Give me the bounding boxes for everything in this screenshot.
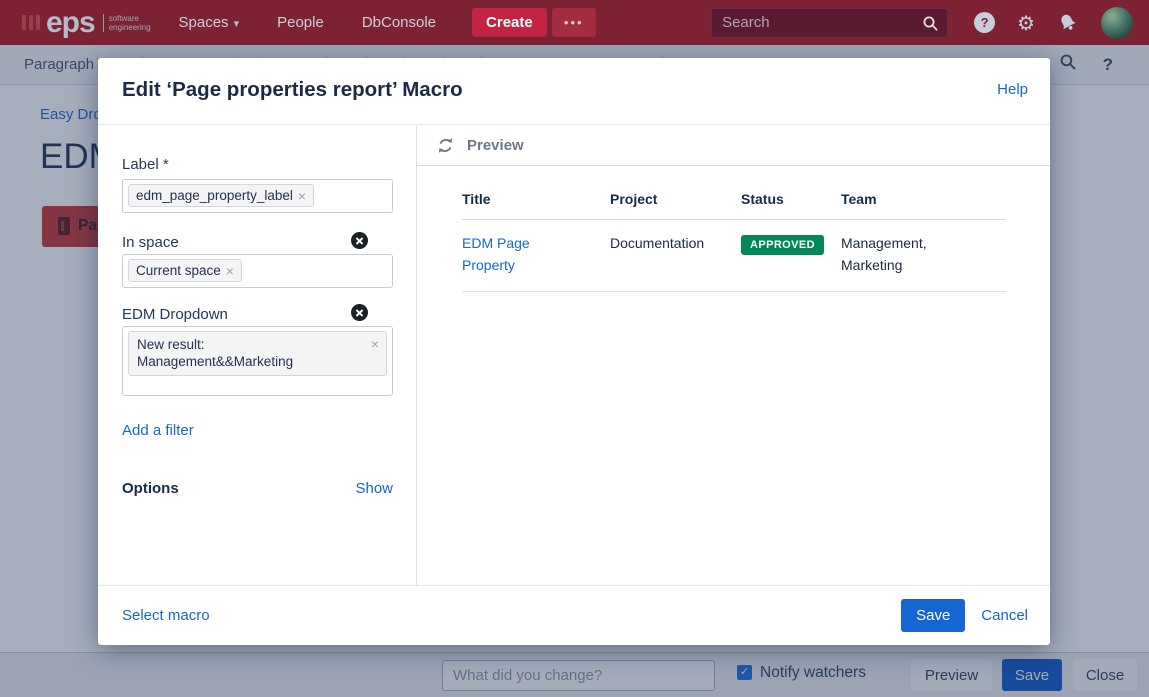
preview-title: Preview bbox=[467, 137, 524, 154]
status-badge: APPROVED bbox=[741, 235, 824, 255]
logo-bars-icon bbox=[22, 15, 40, 30]
search-input[interactable] bbox=[711, 8, 948, 38]
column-status: Status bbox=[741, 188, 841, 210]
user-avatar[interactable] bbox=[1101, 7, 1133, 39]
column-project: Project bbox=[610, 188, 741, 210]
table-row: EDM Page Property Documentation APPROVED… bbox=[462, 220, 1006, 292]
page-link[interactable]: EDM Page Property bbox=[462, 235, 530, 273]
remove-tag-icon[interactable]: × bbox=[298, 190, 306, 202]
menu-people[interactable]: People bbox=[277, 14, 324, 31]
help-icon[interactable]: ? bbox=[974, 12, 995, 33]
label-field-input[interactable]: edm_page_property_label × bbox=[122, 179, 393, 213]
label-tag: edm_page_property_label × bbox=[128, 184, 314, 207]
refresh-icon[interactable] bbox=[436, 136, 455, 160]
logo[interactable]: eps bbox=[46, 6, 95, 40]
more-actions-button[interactable]: ••• bbox=[552, 8, 596, 37]
select-macro-link[interactable]: Select macro bbox=[122, 607, 210, 624]
remove-tag-icon[interactable]: × bbox=[226, 265, 234, 277]
menu-spaces[interactable]: Spaces▾ bbox=[179, 14, 240, 31]
edm-result-tag: New result: Management&&Marketing × bbox=[128, 331, 387, 376]
options-label: Options bbox=[122, 480, 179, 497]
in-space-field-input[interactable]: Current space × bbox=[122, 254, 393, 288]
search-icon[interactable] bbox=[922, 15, 939, 37]
dialog-help-link[interactable]: Help bbox=[997, 81, 1028, 98]
dialog-title: Edit ‘Page properties report’ Macro bbox=[122, 78, 463, 102]
team-cell: Management, Marketing bbox=[841, 232, 1006, 276]
global-search bbox=[711, 8, 948, 38]
top-navigation-bar: eps software engineering Spaces▾ People … bbox=[0, 0, 1149, 45]
logo-tagline: software engineering bbox=[103, 14, 151, 32]
dialog-header: Edit ‘Page properties report’ Macro Help bbox=[98, 58, 1050, 125]
add-filter-link[interactable]: Add a filter bbox=[122, 422, 194, 439]
macro-preview-panel: Preview Title Project Status Team EDM Pa… bbox=[417, 126, 1050, 585]
in-space-field-label: In space bbox=[122, 234, 179, 251]
column-team: Team bbox=[841, 188, 1006, 210]
dialog-save-button[interactable]: Save bbox=[901, 599, 965, 632]
dialog-footer: Select macro Save Cancel bbox=[98, 585, 1050, 645]
edm-dropdown-field-input[interactable]: New result: Management&&Marketing × bbox=[122, 326, 393, 396]
preview-header: Preview bbox=[417, 126, 1050, 166]
current-space-tag: Current space × bbox=[128, 259, 242, 282]
chevron-down-icon: ▾ bbox=[234, 18, 240, 30]
column-title: Title bbox=[462, 188, 610, 210]
clear-in-space-filter-icon[interactable] bbox=[351, 232, 368, 249]
show-options-link[interactable]: Show bbox=[355, 480, 393, 497]
edit-macro-dialog: Edit ‘Page properties report’ Macro Help… bbox=[98, 58, 1050, 645]
remove-tag-icon[interactable]: × bbox=[371, 338, 379, 350]
edm-dropdown-field-label: EDM Dropdown bbox=[122, 306, 228, 323]
options-row: Options Show bbox=[122, 480, 393, 497]
macro-parameters-panel: Label * edm_page_property_label × In spa… bbox=[98, 126, 417, 585]
notifications-bell-icon[interactable] bbox=[1057, 12, 1079, 34]
clear-edm-dropdown-filter-icon[interactable] bbox=[351, 304, 368, 321]
create-button[interactable]: Create bbox=[472, 8, 547, 37]
project-cell: Documentation bbox=[610, 232, 741, 276]
preview-table: Title Project Status Team EDM Page Prope… bbox=[462, 188, 1006, 292]
dialog-cancel-link[interactable]: Cancel bbox=[981, 607, 1028, 624]
label-field-label: Label * bbox=[122, 156, 169, 173]
top-menu: Spaces▾ People DbConsole bbox=[179, 14, 437, 31]
table-header-row: Title Project Status Team bbox=[462, 188, 1006, 220]
gear-icon[interactable]: ⚙ bbox=[1017, 13, 1035, 33]
menu-dbconsole[interactable]: DbConsole bbox=[362, 14, 436, 31]
